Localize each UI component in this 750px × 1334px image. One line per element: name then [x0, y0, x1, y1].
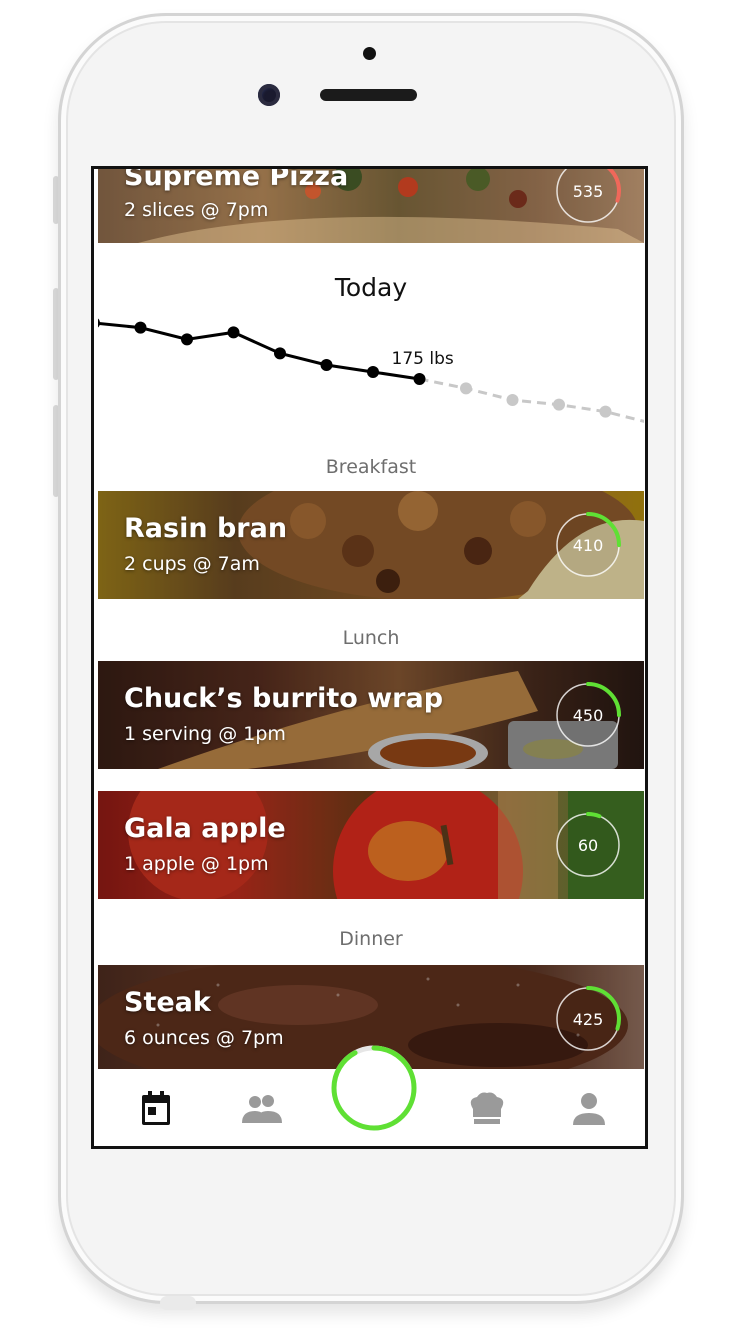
proximity-sensor	[363, 47, 376, 60]
weight-history-point	[413, 373, 426, 385]
current-weight-label: 175 lbs	[392, 349, 454, 369]
front-camera	[258, 84, 280, 106]
weight-projection-line	[419, 377, 644, 423]
weight-history-point	[320, 359, 333, 371]
meal-subtitle: 2 slices @ 7pm	[124, 199, 269, 221]
meal-title: Steak	[124, 987, 211, 1018]
meal-card-gala-apple[interactable]: Gala apple 1 apple @ 1pm 60	[98, 791, 644, 899]
calorie-ring: 450	[555, 682, 621, 748]
weight-chart-title: Today	[334, 273, 408, 302]
calorie-ring: 535	[555, 169, 621, 224]
weight-history-point	[274, 347, 286, 360]
weight-history-point	[181, 333, 193, 346]
meal-feed[interactable]: Supreme Pizza 2 slices @ 7pm 535 Today 1…	[98, 169, 644, 1069]
meal-card-supreme-pizza[interactable]: Supreme Pizza 2 slices @ 7pm 535	[98, 169, 644, 243]
meal-title: Supreme Pizza	[124, 169, 349, 192]
weight-projection-point	[460, 382, 472, 395]
bottom-tab-bar	[94, 1045, 645, 1146]
meal-subtitle: 1 serving @ 1pm	[124, 723, 286, 745]
weight-history-point	[98, 318, 100, 328]
chef-hat-icon[interactable]	[465, 1089, 509, 1129]
calorie-count: 60	[578, 836, 598, 855]
weight-projection-point	[599, 405, 612, 418]
calorie-ring: 425	[555, 986, 621, 1052]
meal-card-rasin-bran[interactable]: Rasin bran 2 cups @ 7am 410	[98, 491, 644, 599]
phone-bottom-reflection	[160, 1296, 196, 1310]
calendar-icon[interactable]	[134, 1089, 178, 1129]
calorie-ring: 60	[555, 812, 621, 878]
calorie-ring: 410	[555, 512, 621, 578]
earpiece-speaker	[320, 89, 417, 101]
section-label-breakfast: Breakfast	[325, 456, 417, 478]
app-screen: Supreme Pizza 2 slices @ 7pm 535 Today 1…	[91, 166, 648, 1149]
friends-icon[interactable]	[240, 1089, 284, 1129]
calorie-count: 450	[573, 706, 604, 725]
calorie-count: 535	[573, 182, 604, 201]
daily-progress-ring[interactable]	[331, 1045, 417, 1131]
meal-title: Gala apple	[124, 813, 286, 844]
weight-history-point	[227, 326, 240, 339]
meal-title: Rasin bran	[124, 513, 288, 544]
meal-subtitle: 2 cups @ 7am	[124, 553, 260, 575]
meal-subtitle: 1 apple @ 1pm	[124, 853, 269, 875]
calorie-count: 425	[573, 1010, 604, 1029]
weight-history-point	[367, 366, 379, 378]
weight-projection-point	[553, 398, 565, 411]
section-label-lunch: Lunch	[342, 627, 400, 649]
meal-card-chucks-burrito-wrap[interactable]: Chuck’s burrito wrap 1 serving @ 1pm 450	[98, 661, 644, 769]
calorie-count: 410	[573, 536, 604, 555]
weight-projection-point	[506, 394, 519, 406]
profile-icon[interactable]	[567, 1089, 611, 1129]
meal-title: Chuck’s burrito wrap	[124, 683, 444, 714]
weight-history-point	[134, 321, 147, 334]
meal-subtitle: 6 ounces @ 7pm	[124, 1027, 284, 1049]
section-label-dinner: Dinner	[339, 928, 403, 950]
weight-trend-chart: 175 lbs	[98, 318, 644, 423]
